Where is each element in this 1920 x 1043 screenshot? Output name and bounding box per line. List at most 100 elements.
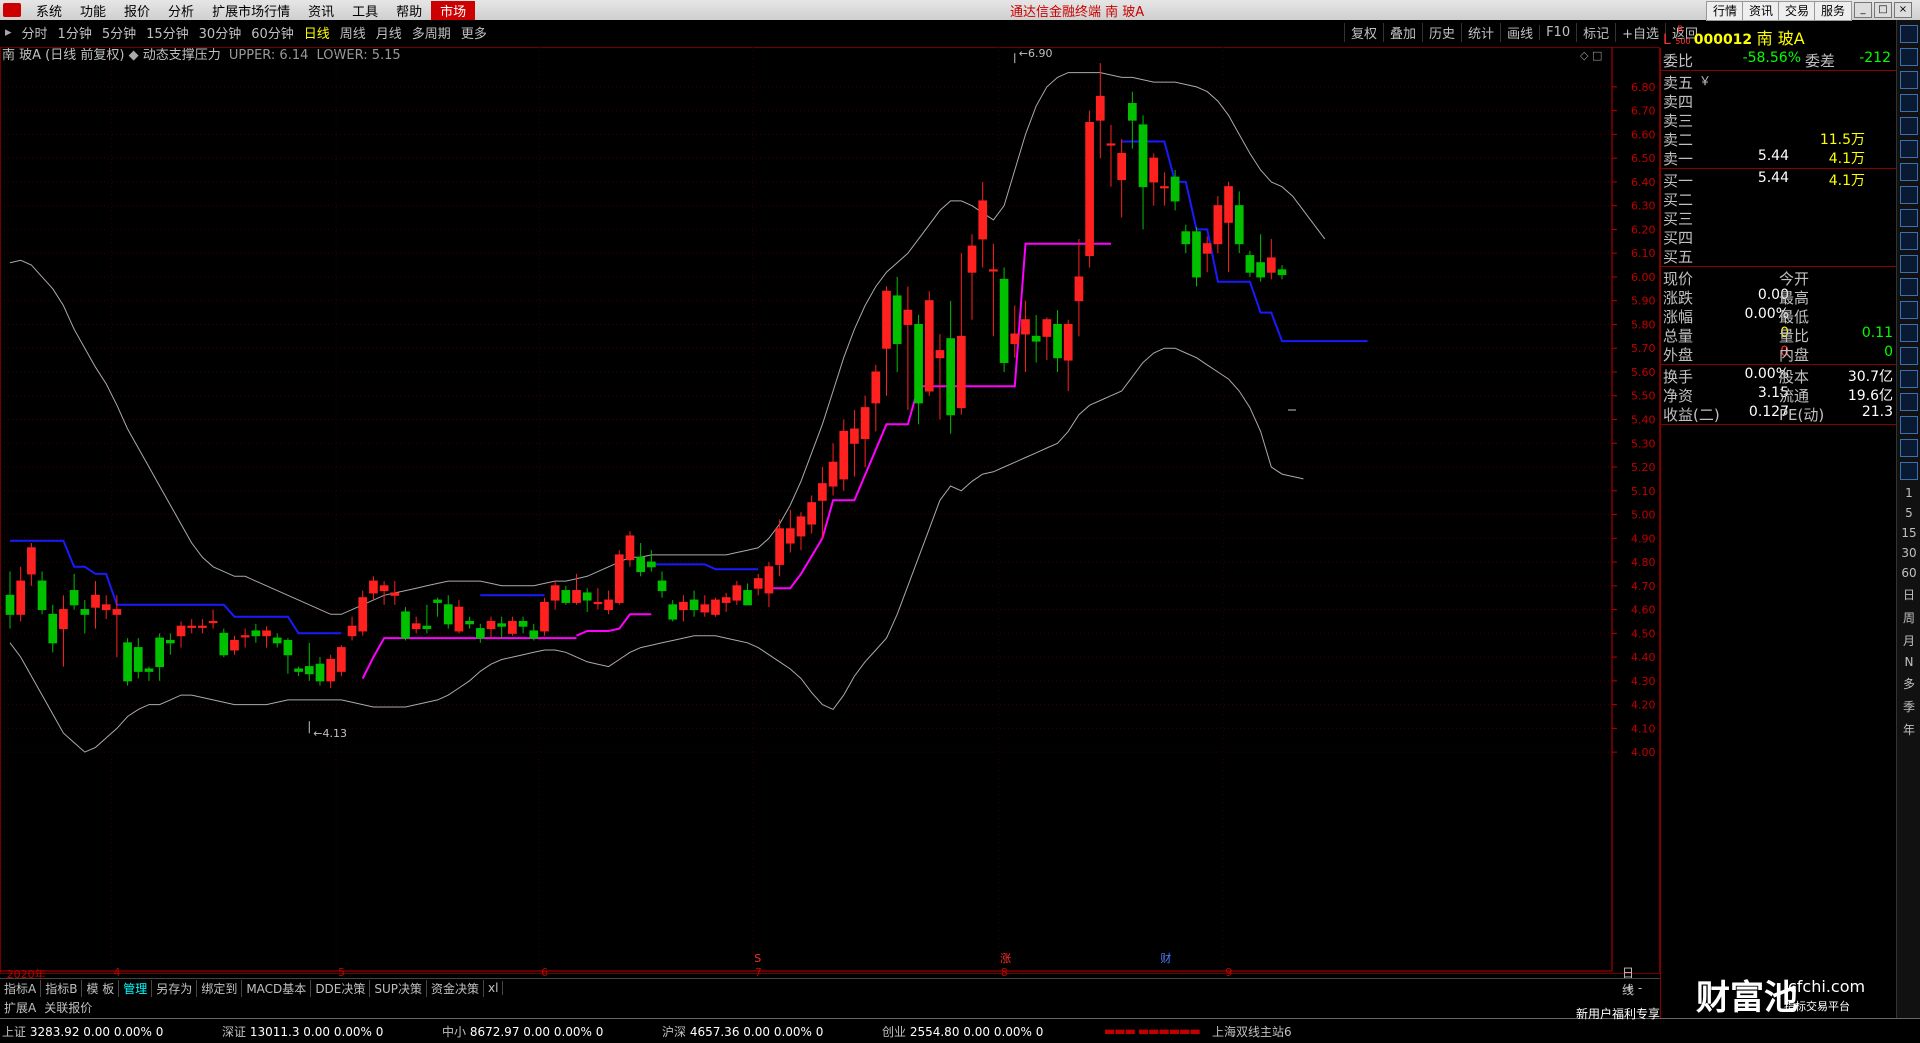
sidebar-period-button[interactable]: 30 [1897,546,1920,560]
sidebar-tool-icon[interactable] [1900,117,1918,135]
indicator-tab[interactable]: 模 板 [82,979,120,997]
sidebar-period-button[interactable]: 60 [1897,566,1920,580]
toolbar-stats[interactable]: 统计 [1461,23,1500,42]
kline-chart[interactable]: 6.80 6.70 6.60 6.50 6.40 6.30 6.20 6.10 6.00 5.90… [0,47,1660,974]
candle-down [646,561,656,568]
menu-item-help[interactable]: 帮助 [387,1,431,20]
menu-item-analysis[interactable]: 分析 [159,1,203,20]
sidebar-tool-icon[interactable] [1900,209,1918,227]
menu-item-tools[interactable]: 工具 [343,1,387,20]
sidebar-tool-icon[interactable] [1900,278,1918,296]
indicator-tab[interactable]: 管理 [119,979,153,997]
price-annotation: ←6.90 [1019,47,1053,60]
sidebar-period-button[interactable]: 月 [1897,632,1920,649]
menu-item-market[interactable]: 市场 [431,0,476,20]
index-quote[interactable]: 深证 13011.3 0.00 0.00% 0 [222,1023,383,1040]
sidebar-period-button[interactable]: 年 [1897,721,1920,738]
restore-icon[interactable]: □ [1874,2,1892,18]
menu-item-system[interactable]: 系统 [27,1,71,20]
sidebar-tool-icon[interactable] [1900,140,1918,158]
period-toggle-icon[interactable]: ▸ [0,25,17,40]
indicator-tab[interactable]: xl [484,981,504,995]
sidebar-period-button[interactable]: 周 [1897,609,1920,626]
sidebar-period-button[interactable]: N [1897,655,1920,669]
top-button-news[interactable]: 资讯 [1742,1,1781,21]
sidebar-tool-icon[interactable] [1900,439,1918,457]
sidebar-period-button[interactable]: 5 [1897,506,1920,520]
candle-up [1266,257,1276,273]
sidebar-tool-icon[interactable] [1900,71,1918,89]
extension-tab[interactable]: 关联报价 [40,999,96,1016]
period-tab[interactable]: 月线 [371,23,407,42]
period-tab[interactable]: 分时 [17,23,53,42]
promo-link[interactable]: 新用户福利专享 [1576,1005,1660,1022]
indicator-tab[interactable]: 指标A [0,979,42,997]
sidebar-tool-icon[interactable] [1900,163,1918,181]
period-tab[interactable]: 60分钟 [246,23,299,42]
indicator-tab[interactable]: SUP决策 [370,979,428,997]
indicator-tab[interactable]: 绑定到 [197,979,243,997]
period-tab[interactable]: 1分钟 [53,23,97,42]
candle-down [475,628,485,639]
sidebar-tool-icon[interactable] [1900,25,1918,43]
top-button-service[interactable]: 服务 [1814,1,1853,21]
period-tab[interactable]: 15分钟 [141,23,194,42]
period-tab-selected[interactable]: 日线 [299,23,335,42]
period-tab[interactable]: 周线 [335,23,371,42]
toolbar-add-watch[interactable]: +自选 [1615,23,1665,42]
toolbar-f10[interactable]: F10 [1539,25,1576,40]
toolbar-mark[interactable]: 标记 [1576,23,1615,42]
extension-tab[interactable]: 扩展A [0,999,40,1016]
period-tab[interactable]: 多周期 [407,23,456,42]
zoom-plus-minus-icon[interactable]: + - [1620,981,1646,995]
indicator-tab[interactable]: DDE决策 [311,979,371,997]
candle-up [882,290,891,349]
sidebar-tool-icon[interactable] [1900,94,1918,112]
sidebar-period-button[interactable]: 多 [1897,675,1920,692]
server-status[interactable]: 上海双线主站6 [1212,1023,1292,1040]
candle-up [101,604,111,611]
toolbar-history[interactable]: 历史 [1422,23,1461,42]
sidebar-period-button[interactable]: 季 [1897,698,1920,715]
top-button-trade[interactable]: 交易 [1778,1,1817,21]
sidebar-tool-icon[interactable] [1900,347,1918,365]
sidebar-tool-icon[interactable] [1900,48,1918,66]
menu-item-news[interactable]: 资讯 [299,1,343,20]
candle-up [508,620,517,634]
menu-item-function[interactable]: 功能 [71,1,115,20]
sidebar-tool-icon[interactable] [1900,232,1918,250]
index-quote[interactable]: 上证 3283.92 0.00 0.00% 0 [2,1023,163,1040]
fund-label: 收益(二) [1663,406,1720,424]
indicator-tab[interactable]: MACD基本 [242,979,312,997]
sidebar-tool-icon[interactable] [1900,255,1918,273]
top-button-quote[interactable]: 行情 [1706,1,1745,21]
sidebar-tool-icon[interactable] [1900,370,1918,388]
close-icon[interactable]: × [1894,2,1912,18]
sidebar-period-button[interactable]: 日 [1897,586,1920,603]
period-tab[interactable]: 30分钟 [194,23,247,42]
toolbar-fuquan[interactable]: 复权 [1344,23,1383,42]
sidebar-tool-icon[interactable] [1900,301,1918,319]
period-tab[interactable]: 5分钟 [97,23,141,42]
index-quote[interactable]: 中小 8672.97 0.00 0.00% 0 [442,1023,603,1040]
sidebar-tool-icon[interactable] [1900,186,1918,204]
index-quote[interactable]: 沪深 4657.36 0.00 0.00% 0 [662,1023,823,1040]
toolbar-overlay[interactable]: 叠加 [1383,23,1422,42]
candle-up [112,609,122,615]
indicator-tab[interactable]: 指标B [41,979,83,997]
fund-label: 换手 [1663,368,1694,386]
period-tab-more[interactable]: 更多 [456,23,492,42]
sidebar-tool-icon[interactable] [1900,462,1918,480]
menu-item-quote[interactable]: 报价 [115,1,159,20]
sidebar-tool-icon[interactable] [1900,324,1918,342]
minimize-icon[interactable]: _ [1854,2,1872,18]
sidebar-tool-icon[interactable] [1900,416,1918,434]
sidebar-period-button[interactable]: 1 [1897,486,1920,500]
sidebar-period-button[interactable]: 15 [1897,526,1920,540]
toolbar-draw[interactable]: 画线 [1500,23,1539,42]
sidebar-tool-icon[interactable] [1900,393,1918,411]
indicator-tab[interactable]: 另存为 [152,979,198,997]
index-quote[interactable]: 创业 2554.80 0.00 0.00% 0 [882,1023,1043,1040]
menu-item-ext-market[interactable]: 扩展市场行情 [203,1,299,20]
indicator-tab[interactable]: 资金决策 [427,979,485,997]
